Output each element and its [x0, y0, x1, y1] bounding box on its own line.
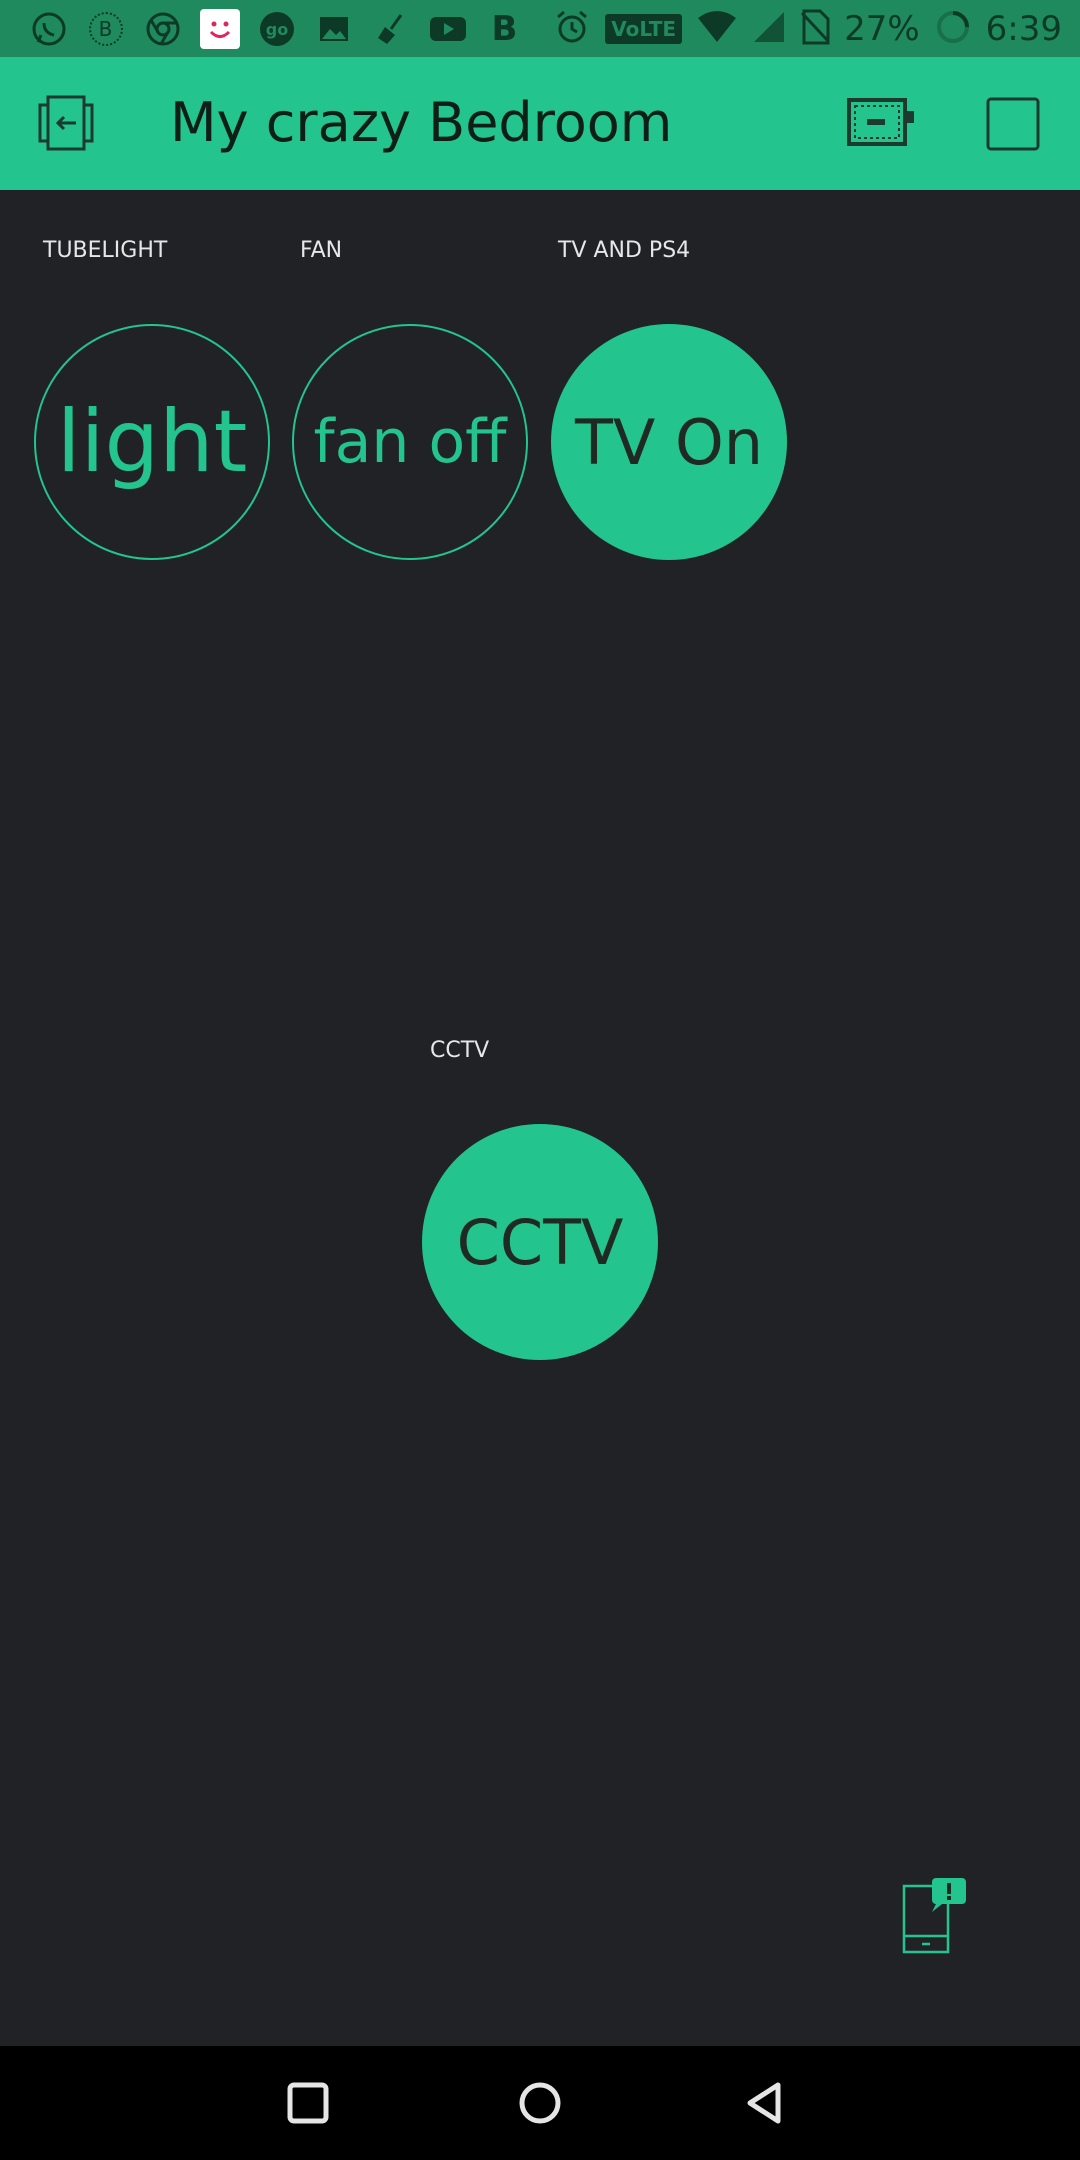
app-bar: My crazy Bedroom — [0, 57, 1080, 190]
notification-icons: B go B — [20, 0, 533, 57]
battery-ring-icon — [934, 8, 972, 50]
svg-text:go: go — [265, 20, 287, 39]
fan-label: FAN — [300, 238, 343, 263]
device-button[interactable] — [846, 95, 916, 151]
home-button[interactable] — [480, 2046, 600, 2160]
back-button[interactable] — [704, 2046, 824, 2160]
cctv-button-text: CCTV — [456, 1205, 624, 1279]
project-title: My crazy Bedroom — [170, 91, 673, 154]
status-bar: B go B VoLTE 27% 6:39 — [0, 0, 1080, 57]
go-icon: go — [248, 0, 305, 57]
cctv-button[interactable]: CCTV — [422, 1124, 658, 1360]
gallery-icon — [305, 0, 362, 57]
face-app-icon — [191, 0, 248, 57]
youtube-icon — [419, 0, 476, 57]
phone-alert-icon — [902, 1878, 966, 1954]
exit-project-button[interactable] — [30, 87, 102, 159]
tubelight-label: TUBELIGHT — [43, 238, 168, 263]
device-notification-button[interactable] — [896, 1872, 972, 1956]
wifi-icon — [696, 10, 738, 48]
square-recents-icon — [287, 2082, 329, 2124]
cctv-label: CCTV — [430, 1038, 490, 1063]
triangle-back-icon — [747, 2082, 781, 2124]
no-sim-icon — [800, 9, 830, 49]
clock: 6:39 — [985, 8, 1062, 49]
volte-badge: VoLTE — [605, 13, 683, 44]
play-mode-button[interactable] — [986, 97, 1040, 151]
circle-home-icon — [519, 2082, 561, 2124]
tv-ps4-button-text: TV On — [574, 405, 764, 479]
tv-ps4-label: TV AND PS4 — [558, 238, 691, 263]
broom-icon — [362, 0, 419, 57]
navigation-bar — [0, 2046, 1080, 2160]
fan-button[interactable]: fan off — [292, 324, 528, 560]
tubelight-button[interactable]: light — [34, 324, 270, 560]
tv-ps4-button[interactable]: TV On — [551, 324, 787, 560]
recents-button[interactable] — [248, 2046, 368, 2160]
fan-button-text: fan off — [313, 407, 507, 477]
b-bold-icon: B — [491, 8, 518, 49]
b-icon: B — [77, 0, 134, 57]
exit-project-icon — [38, 95, 94, 151]
device-icon — [847, 98, 914, 146]
tubelight-button-text: light — [56, 392, 248, 492]
whatsapp-icon — [20, 0, 77, 57]
signal-icon — [752, 10, 786, 48]
battery-percent: 27% — [844, 8, 920, 49]
chrome-icon — [134, 0, 191, 57]
status-right: VoLTE 27% 6:39 — [553, 0, 1062, 57]
stop-square-icon — [986, 97, 1040, 151]
alarm-icon — [553, 8, 591, 50]
